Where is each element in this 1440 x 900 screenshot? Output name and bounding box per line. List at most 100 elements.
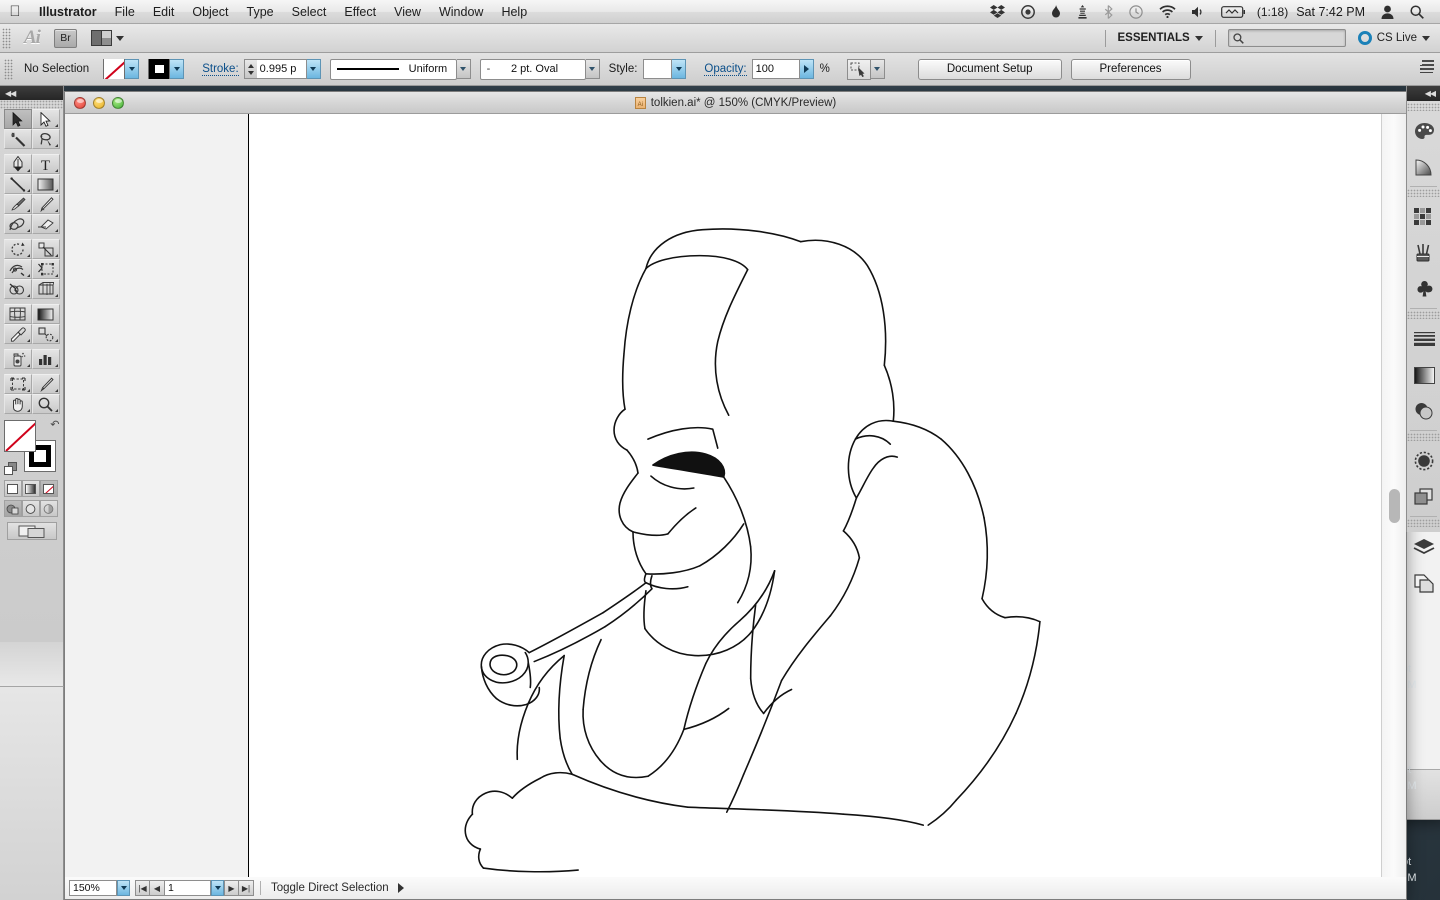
vertical-scrollbar[interactable] [1381,114,1406,877]
width-profile-control[interactable]: Uniform [330,59,471,80]
artboard-number-input[interactable]: 1 [165,880,211,896]
dropbox-icon[interactable] [982,0,1013,24]
menu-item-object[interactable]: Object [183,0,237,24]
document-title-bar[interactable]: Ai tolkien.ai* @ 150% (CMYK/Preview) [65,92,1406,114]
arrange-documents-button[interactable] [91,30,124,46]
stroke-weight-control[interactable]: Stroke: 0.995 p [193,59,320,79]
swatches-panel-icon[interactable] [1407,199,1440,235]
battery-icon[interactable] [1213,0,1255,24]
timemachine-icon[interactable] [1013,0,1043,24]
tools-panel-header[interactable]: ◀◀ [0,86,63,100]
select-similar-control[interactable] [847,59,885,80]
select-similar-objects-icon[interactable] [847,59,871,80]
width-tool[interactable] [4,259,32,279]
chess-icon[interactable] [1069,0,1096,24]
controlbar-panel-menu-icon[interactable] [1422,60,1434,70]
previous-artboard-icon[interactable]: ◀ [150,880,165,896]
stroke-label[interactable]: Stroke: [202,63,238,76]
brush-definition-field[interactable]: - 2 pt. Oval [480,59,586,80]
stroke-panel-icon[interactable] [1407,321,1440,357]
zoom-level-dropdown-button[interactable] [117,880,130,896]
layers-panel-icon[interactable] [1407,529,1440,565]
line-segment-tool[interactable] [4,174,32,194]
cs-live-button[interactable]: CS Live [1358,31,1430,45]
perspective-grid-tool[interactable] [32,279,60,299]
default-fill-stroke-icon[interactable] [4,462,18,476]
stroke-color-control[interactable] [148,59,184,79]
artboard[interactable] [248,114,1381,877]
flame-icon[interactable] [1043,0,1069,24]
first-artboard-icon[interactable]: |◀ [135,880,150,896]
opacity-label[interactable]: Opacity: [704,63,746,76]
gradient-mode-icon[interactable] [22,480,40,497]
column-graph-tool[interactable] [32,349,60,369]
expand-panels-icon[interactable]: ◀◀ [1425,89,1435,98]
eraser-tool[interactable] [32,214,60,234]
width-profile-field[interactable]: Uniform [330,59,457,80]
artboards-panel-icon[interactable] [1407,565,1440,601]
color-guide-panel-icon[interactable] [1407,149,1440,185]
controlbar-grip[interactable] [4,59,13,80]
select-similar-dropdown-button[interactable] [871,59,885,79]
vertical-scrollbar-thumb[interactable] [1389,489,1400,523]
rectangle-tool[interactable] [32,174,60,194]
zoom-level-input[interactable]: 150% [69,880,117,896]
selection-tool[interactable] [4,109,32,129]
go-to-bridge-button[interactable]: Br [54,29,77,48]
stroke-color-dropdown-button[interactable] [170,59,184,79]
volume-icon[interactable] [1184,0,1213,24]
dock-grip[interactable] [1407,103,1440,111]
menu-item-help[interactable]: Help [492,0,536,24]
symbol-sprayer-tool[interactable] [4,349,32,369]
fill-none-swatch[interactable] [103,59,125,79]
dock-grip[interactable] [1407,311,1440,319]
pencil-tool[interactable] [32,194,60,214]
stroke-black-swatch[interactable] [148,59,170,79]
spotlight-search-icon[interactable] [1402,0,1432,24]
opacity-control[interactable]: Opacity: 100 % [695,59,829,79]
status-menu-arrow-icon[interactable] [398,883,404,893]
menu-item-effect[interactable]: Effect [335,0,385,24]
tools-panel-grip[interactable] [0,100,63,109]
rotate-tool[interactable] [4,239,32,259]
direct-selection-tool[interactable] [32,109,60,129]
brush-definition-dropdown-button[interactable] [586,59,600,79]
swap-fill-stroke-icon[interactable]: ↶ [50,418,59,431]
type-tool[interactable]: T [32,154,60,174]
lasso-tool[interactable] [32,129,60,149]
magic-wand-tool[interactable] [4,129,32,149]
canvas-area[interactable]: 150% |◀ ◀ 1 ▶ ▶| Toggle Direct Selection [65,114,1406,899]
scale-tool[interactable] [32,239,60,259]
width-profile-dropdown-button[interactable] [457,59,471,79]
opacity-dropdown-button[interactable] [800,59,814,79]
brush-definition-control[interactable]: - 2 pt. Oval [480,59,600,80]
menu-item-edit[interactable]: Edit [144,0,184,24]
bluetooth-icon[interactable] [1096,0,1121,24]
color-panel-icon[interactable] [1407,113,1440,149]
clock-icon[interactable] [1121,0,1151,24]
tolkien-portrait-line-drawing[interactable] [249,114,1381,877]
apple-menu-bar[interactable]:  Illustrator File Edit Object Type Sele… [0,0,1440,24]
paintbrush-tool[interactable] [4,194,32,214]
opacity-input[interactable]: 100 [752,59,800,79]
mesh-tool[interactable] [4,304,32,324]
fill-control[interactable] [103,59,139,79]
transparency-panel-icon[interactable] [1407,393,1440,429]
draw-normal-icon[interactable] [4,500,22,517]
user-account-icon[interactable] [1373,0,1402,24]
dock-header[interactable]: ◀◀ [1407,86,1440,101]
draw-inside-icon[interactable] [40,500,58,517]
none-mode-icon[interactable] [40,480,58,497]
eyedropper-tool[interactable] [4,324,32,344]
pen-tool[interactable] [4,154,32,174]
menu-item-type[interactable]: Type [238,0,283,24]
appbar-grip[interactable] [2,28,11,49]
zoom-tool[interactable] [32,394,60,414]
stroke-weight-dropdown-button[interactable] [307,59,321,79]
graphic-style-field[interactable] [643,59,672,79]
workspace-switcher[interactable]: ESSENTIALS [1118,32,1203,44]
slice-tool[interactable] [32,374,60,394]
hand-tool[interactable] [4,394,32,414]
menu-bar-clock[interactable]: Sat 7:42 PM [1288,5,1373,19]
appearance-panel-icon[interactable] [1407,443,1440,479]
